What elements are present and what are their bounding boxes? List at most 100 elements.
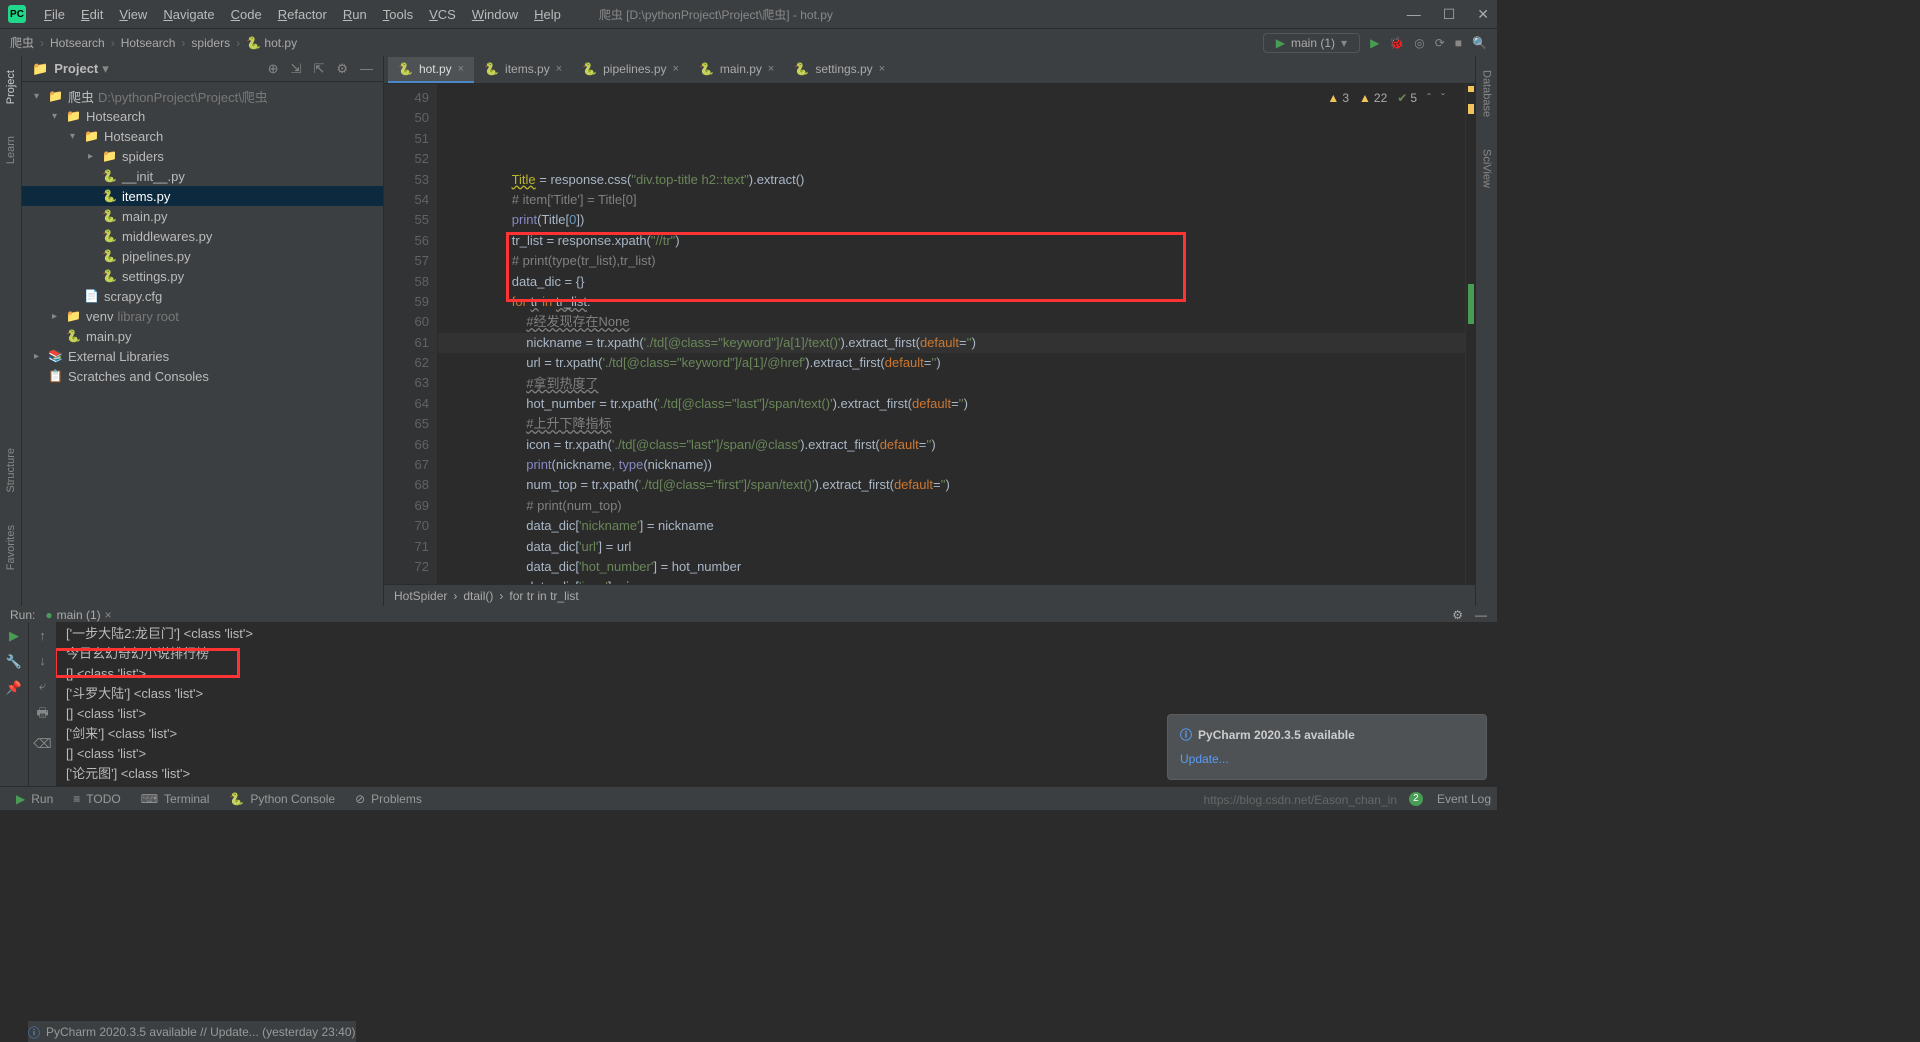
tree-item[interactable]: 🐍__init__.py <box>22 166 383 186</box>
code-line[interactable]: data_dic['hot_number'] = hot_number <box>438 557 1465 577</box>
tree-item[interactable]: ▾📁Hotsearch <box>22 106 383 126</box>
menu-tools[interactable]: Tools <box>375 7 421 22</box>
crumb-1[interactable]: dtail() <box>463 589 493 603</box>
tree-item[interactable]: ▸📁venvlibrary root <box>22 306 383 326</box>
tw-problems[interactable]: ⊘ Problems <box>345 792 432 806</box>
settings-icon[interactable]: ⚙ <box>336 61 348 77</box>
tw-run[interactable]: ▶Run <box>6 792 63 806</box>
run-settings-icon[interactable]: ⚙ <box>1452 608 1463 622</box>
tool-structure[interactable]: Structure <box>5 442 17 499</box>
breadcrumb-item[interactable]: Hotsearch <box>50 36 105 50</box>
tool-project[interactable]: Project <box>5 64 17 110</box>
rerun-icon[interactable]: ▶ <box>9 628 19 644</box>
tree-item[interactable]: ▸📁spiders <box>22 146 383 166</box>
code-area[interactable]: ▲3 ▲22 ✔5 ˆˇ Title = response.css("div.t… <box>438 84 1465 584</box>
tool-favorites[interactable]: Favorites <box>5 519 17 576</box>
menu-code[interactable]: Code <box>223 7 270 22</box>
code-line[interactable]: url = tr.xpath('./td[@class="keyword"]/a… <box>438 353 1465 373</box>
clear-icon[interactable]: ⌫ <box>33 736 51 752</box>
tool-database[interactable]: Database <box>1481 64 1493 123</box>
minimize-icon[interactable]: — <box>1407 6 1421 23</box>
run-config-selector[interactable]: ▶ main (1) ▾ <box>1263 33 1360 53</box>
menu-file[interactable]: File <box>36 7 73 22</box>
search-button[interactable]: 🔍 <box>1472 36 1487 50</box>
editor-tab[interactable]: 🐍hot.py× <box>388 57 474 83</box>
menu-vcs[interactable]: VCS <box>421 7 464 22</box>
print-icon[interactable]: 🖶 <box>36 704 48 726</box>
code-line[interactable]: icon = tr.xpath('./td[@class="last"]/spa… <box>438 435 1465 455</box>
menu-refactor[interactable]: Refactor <box>270 7 335 22</box>
menu-run[interactable]: Run <box>335 7 375 22</box>
code-line[interactable]: # print(num_top) <box>438 496 1465 516</box>
collapse-icon[interactable]: ⇱ <box>313 61 324 77</box>
coverage-button[interactable]: ◎ <box>1414 36 1424 50</box>
tw-terminal[interactable]: ⌨ Terminal <box>131 792 220 806</box>
editor-tab[interactable]: 🐍items.py× <box>474 57 572 83</box>
crumb-0[interactable]: HotSpider <box>394 589 447 603</box>
profile-button[interactable]: ⟳ <box>1435 36 1445 50</box>
code-line[interactable]: #经发现存在None <box>438 312 1465 332</box>
code-line[interactable]: for tr in tr_list: <box>438 292 1465 312</box>
update-notification[interactable]: ⓘPyCharm 2020.3.5 available Update... <box>1167 714 1487 780</box>
code-line[interactable]: Title = response.css("div.top-title h2::… <box>438 170 1465 190</box>
run-hide-icon[interactable]: — <box>1475 608 1487 622</box>
event-log-button[interactable]: Event Log <box>1437 792 1491 806</box>
pin-icon[interactable]: 📌 <box>6 680 22 696</box>
code-line[interactable]: #拿到热度了 <box>438 374 1465 394</box>
wrap-icon[interactable]: ⤶ <box>39 678 46 694</box>
tree-item[interactable]: 📄scrapy.cfg <box>22 286 383 306</box>
menu-window[interactable]: Window <box>464 7 526 22</box>
code-line[interactable]: tr_list = response.xpath("//tr") <box>438 231 1465 251</box>
tree-item[interactable]: 🐍main.py <box>22 326 383 346</box>
up-icon[interactable]: ↑ <box>39 628 46 643</box>
tree-item[interactable]: 📋Scratches and Consoles <box>22 366 383 386</box>
tree-item[interactable]: 🐍settings.py <box>22 266 383 286</box>
menu-help[interactable]: Help <box>526 7 569 22</box>
code-line[interactable]: print(nickname, type(nickname)) <box>438 455 1465 475</box>
breadcrumb-item[interactable]: 爬虫 <box>10 36 34 50</box>
run-button[interactable]: ▶ <box>1370 36 1379 50</box>
tw-python-console[interactable]: 🐍 Python Console <box>219 792 345 806</box>
locate-icon[interactable]: ⊕ <box>268 61 279 77</box>
tool-learn[interactable]: Learn <box>5 130 17 170</box>
code-line[interactable]: nickname = tr.xpath('./td[@class="keywor… <box>438 333 1465 353</box>
editor-tab[interactable]: 🐍settings.py× <box>784 57 895 83</box>
tool-sciview[interactable]: SciView <box>1481 143 1493 194</box>
project-tree[interactable]: ▾📁爬虫D:\pythonProject\Project\爬虫▾📁Hotsear… <box>22 82 383 606</box>
code-line[interactable]: #上升下降指标 <box>438 414 1465 434</box>
hide-icon[interactable]: — <box>360 61 373 77</box>
breadcrumb-item[interactable]: Hotsearch <box>121 36 176 50</box>
tool-icon[interactable]: 🔧 <box>6 654 22 670</box>
breadcrumb-item[interactable]: spiders <box>191 36 230 50</box>
down-icon[interactable]: ↓ <box>39 653 46 668</box>
tree-item[interactable]: 🐍pipelines.py <box>22 246 383 266</box>
tree-item[interactable]: ▾📁Hotsearch <box>22 126 383 146</box>
code-line[interactable]: data_dic['nickname'] = nickname <box>438 516 1465 536</box>
tree-item[interactable]: 🐍middlewares.py <box>22 226 383 246</box>
menu-navigate[interactable]: Navigate <box>155 7 222 22</box>
close-icon[interactable]: ✕ <box>1477 6 1489 23</box>
maximize-icon[interactable]: ☐ <box>1443 6 1456 23</box>
run-tab-label[interactable]: main (1) <box>57 608 101 622</box>
notification-link[interactable]: Update... <box>1180 752 1229 766</box>
breadcrumb-item[interactable]: hot.py <box>264 36 297 50</box>
code-line[interactable]: data_dic = {} <box>438 272 1465 292</box>
code-line[interactable]: num_top = tr.xpath('./td[@class="first"]… <box>438 475 1465 495</box>
expand-icon[interactable]: ⇲ <box>291 61 302 77</box>
stop-button[interactable]: ■ <box>1455 36 1462 50</box>
crumb-2[interactable]: for tr in tr_list <box>509 589 578 603</box>
editor-tab[interactable]: 🐍main.py× <box>689 57 784 83</box>
menu-view[interactable]: View <box>111 7 155 22</box>
code-line[interactable]: data_dic['icon'] = icon <box>438 577 1465 584</box>
error-stripe[interactable] <box>1465 84 1475 584</box>
code-line[interactable]: hot_number = tr.xpath('./td[@class="last… <box>438 394 1465 414</box>
code-line[interactable]: print(Title[0]) <box>438 210 1465 230</box>
console-output[interactable]: ['一步大陆2:龙巨门'] <class 'list'>今日玄幻奇幻小说排行榜[… <box>56 622 1497 786</box>
code-line[interactable]: data_dic['url'] = url <box>438 537 1465 557</box>
code-line[interactable]: # print(type(tr_list),tr_list) <box>438 251 1465 271</box>
inspections-widget[interactable]: ▲3 ▲22 ✔5 ˆˇ <box>1327 88 1445 108</box>
code-line[interactable]: # item['Title'] = Title[0] <box>438 190 1465 210</box>
tree-item[interactable]: 🐍main.py <box>22 206 383 226</box>
editor[interactable]: 4950515253545556575859606162636465666768… <box>384 84 1475 584</box>
editor-tab[interactable]: 🐍pipelines.py× <box>572 57 689 83</box>
